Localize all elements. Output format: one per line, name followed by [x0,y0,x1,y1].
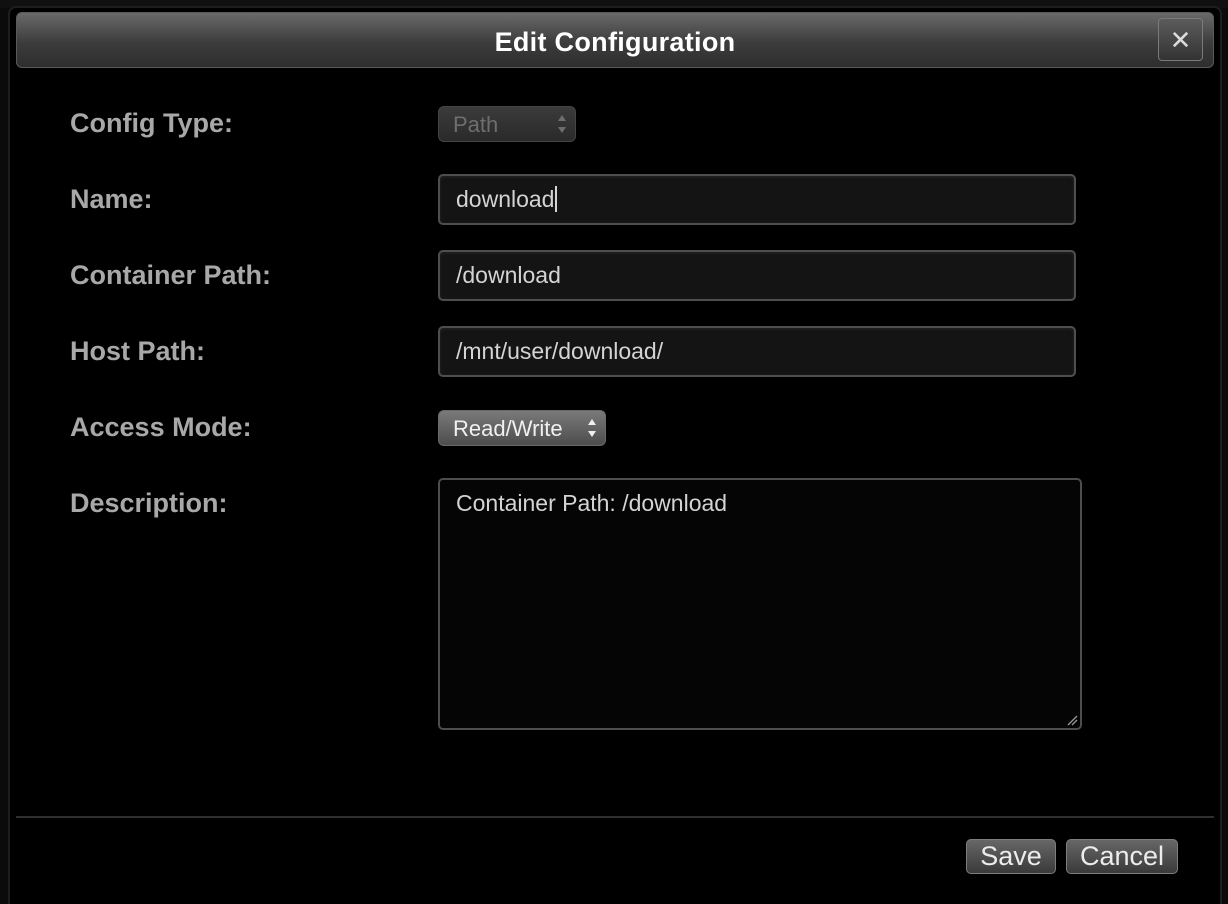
description-label: Description: [70,488,228,518]
access-mode-value: Read/Write [453,416,563,441]
name-input[interactable]: download [438,174,1076,225]
host-path-input[interactable]: /mnt/user/download/ [438,326,1076,377]
dialog-titlebar: Edit Configuration ✕ [16,12,1214,68]
select-arrows-icon [558,115,566,133]
select-arrows-icon [588,419,596,437]
container-path-input[interactable]: /download [438,250,1076,301]
edit-configuration-dialog: Edit Configuration ✕ Config Type: Path N… [10,8,1220,904]
text-caret [555,185,558,212]
container-path-label: Container Path: [70,260,272,290]
host-path-label: Host Path: [70,336,205,366]
config-type-value: Path [453,112,499,137]
cancel-button[interactable]: Cancel [1066,839,1178,874]
container-path-value: /download [456,262,561,288]
footer-divider [16,816,1214,818]
config-type-label: Config Type: [70,108,233,138]
config-type-select: Path [438,106,576,142]
access-mode-select[interactable]: Read/Write [438,410,606,446]
name-input-value: download [456,186,555,212]
resize-grip-icon[interactable] [1066,714,1078,726]
host-path-value: /mnt/user/download/ [456,338,664,364]
close-button[interactable]: ✕ [1158,18,1203,61]
name-label: Name: [70,184,153,214]
close-icon: ✕ [1169,25,1192,55]
save-button[interactable]: Save [966,839,1056,874]
description-value: Container Path: /download [456,490,728,516]
access-mode-label: Access Mode: [70,412,252,442]
description-textarea[interactable]: Container Path: /download [438,478,1082,730]
background-page-strip [0,0,1228,8]
dialog-title: Edit Configuration [494,27,736,57]
